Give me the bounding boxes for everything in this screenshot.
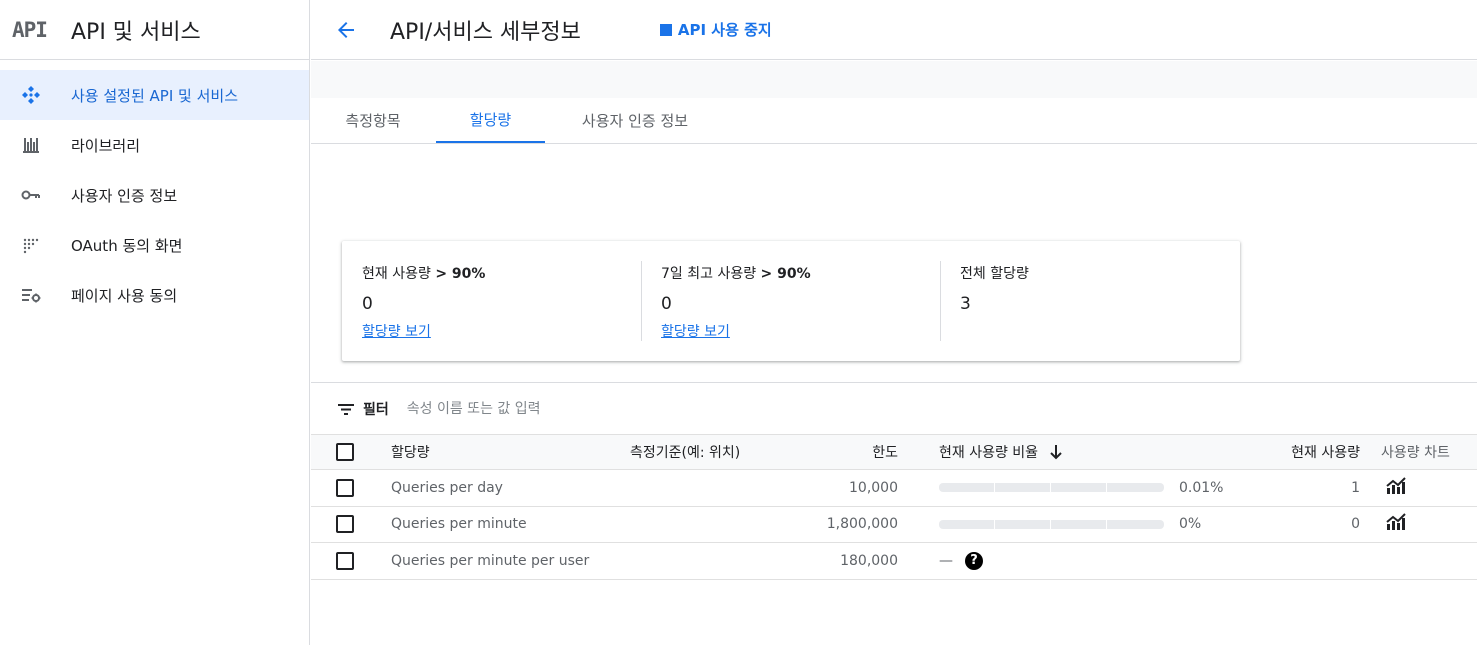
- col-usage-chart: 사용량 차트: [1381, 445, 1450, 461]
- usage-chart-cell: [1386, 507, 1406, 543]
- line-chart-icon[interactable]: [1386, 513, 1406, 535]
- key-icon: [21, 185, 41, 205]
- row-checkbox[interactable]: [336, 551, 354, 570]
- sidebar-item-enabled-apis[interactable]: 사용 설정된 API 및 서비스: [0, 70, 309, 120]
- back-arrow-icon[interactable]: [334, 18, 358, 42]
- sidebar-item-label: 사용자 인증 정보: [71, 186, 178, 205]
- view-quotas-link[interactable]: 할당량 보기: [661, 321, 730, 341]
- row-select-cell: [336, 470, 354, 506]
- table-row[interactable]: Queries per minute per user 180,000 — ?: [311, 543, 1477, 580]
- sidebar-nav: 사용 설정된 API 및 서비스 라이브러리 사용자 인증 정보 OAuth 동…: [0, 70, 309, 320]
- quota-table: 할당량 측정기준(예: 위치) 한도 현재 사용량 비율 현재 사용량 사용량 …: [311, 434, 1477, 580]
- total-quotas-stat: 전체 할당량 3: [960, 261, 1220, 341]
- api-diamond-icon: [21, 85, 41, 105]
- view-quotas-link[interactable]: 할당량 보기: [362, 321, 431, 341]
- row-select-cell: [336, 507, 354, 543]
- quota-limit: 180,000: [840, 552, 898, 569]
- peak-usage-stat: 7일 최고 사용량 > 90% 0 할당량 보기: [661, 261, 941, 341]
- table-body: Queries per day 10,000 0.01% 1 Queries p…: [311, 470, 1477, 580]
- row-checkbox[interactable]: [336, 515, 354, 534]
- usage-chart-cell: [1386, 470, 1406, 506]
- quota-limit: 10,000: [849, 479, 898, 496]
- sidebar-item-label: 페이지 사용 동의: [71, 286, 178, 305]
- disable-api-button[interactable]: API 사용 중지: [659, 19, 772, 40]
- usage-ratio-cell: 0.01%: [939, 470, 1223, 506]
- col-dimension[interactable]: 측정기준(예: 위치): [630, 435, 740, 469]
- quota-name: Queries per minute: [391, 516, 527, 533]
- current-usage-value: [1211, 543, 1360, 579]
- col-usage-ratio-label: 현재 사용량 비율: [939, 445, 1039, 461]
- tab-quotas[interactable]: 할당량: [436, 98, 545, 143]
- filter-icon[interactable]: [337, 400, 355, 418]
- col-quota[interactable]: 할당량: [391, 435, 430, 469]
- sidebar-item-library[interactable]: 라이브러리: [0, 120, 309, 170]
- sidebar-item-label: OAuth 동의 화면: [71, 236, 183, 255]
- tab-bar: 측정항목 할당량 사용자 인증 정보: [311, 98, 1477, 144]
- table-header-row: 할당량 측정기준(예: 위치) 한도 현재 사용량 비율 현재 사용량 사용량 …: [311, 434, 1477, 470]
- settings-list-icon: [21, 285, 41, 305]
- tab-credentials[interactable]: 사용자 인증 정보: [561, 98, 709, 143]
- usage-progress-bar: [939, 483, 1164, 493]
- current-usage-stat: 현재 사용량 > 90% 0 할당량 보기: [362, 261, 642, 341]
- select-all-cell: [336, 435, 354, 469]
- divider: [940, 261, 941, 341]
- sidebar-item-credentials[interactable]: 사용자 인증 정보: [0, 170, 309, 220]
- tab-metrics[interactable]: 측정항목: [325, 98, 421, 143]
- quota-limit: 1,800,000: [826, 516, 898, 533]
- oauth-dots-icon: [21, 235, 41, 255]
- quota-summary-card: 현재 사용량 > 90% 0 할당량 보기 7일 최고 사용량 > 90% 0 …: [342, 241, 1240, 361]
- api-logo: API: [12, 17, 48, 42]
- divider: [641, 261, 642, 341]
- library-icon: [21, 135, 41, 155]
- sidebar-item-page-consent[interactable]: 페이지 사용 동의: [0, 270, 309, 320]
- stat-value: 3: [960, 294, 971, 314]
- stat-label: 7일 최고 사용량 > 90%: [661, 266, 811, 282]
- sidebar-title: API 및 서비스: [71, 19, 201, 45]
- filter-input[interactable]: [406, 400, 1007, 417]
- stat-label: 전체 할당량: [960, 266, 1029, 282]
- sidebar-item-oauth-consent[interactable]: OAuth 동의 화면: [0, 220, 309, 270]
- row-select-cell: [336, 543, 354, 579]
- usage-ratio-text: —: [939, 552, 953, 569]
- usage-ratio-cell: 0%: [939, 507, 1201, 543]
- stat-value: 0: [362, 294, 373, 314]
- table-row[interactable]: Queries per day 10,000 0.01% 1: [311, 470, 1477, 507]
- page-title: API/서비스 세부정보: [390, 19, 581, 45]
- select-all-checkbox[interactable]: [336, 443, 354, 461]
- disable-api-label: API 사용 중지: [677, 21, 772, 39]
- usage-progress-bar: [939, 519, 1164, 529]
- stat-label: 현재 사용량 > 90%: [362, 266, 486, 282]
- row-checkbox[interactable]: [336, 478, 354, 497]
- sidebar-item-label: 사용 설정된 API 및 서비스: [71, 86, 239, 105]
- col-usage-ratio[interactable]: 현재 사용량 비율: [939, 435, 1064, 469]
- sidebar-header: API API 및 서비스: [0, 0, 309, 60]
- filter-label: 필터: [363, 401, 389, 418]
- stop-icon: [659, 23, 672, 36]
- col-current-usage[interactable]: 현재 사용량: [1211, 435, 1360, 469]
- sort-down-arrow-icon: [1048, 443, 1064, 461]
- table-row[interactable]: Queries per minute 1,800,000 0% 0: [311, 507, 1477, 543]
- sidebar-item-label: 라이브러리: [71, 136, 141, 155]
- page-header: API/서비스 세부정보 API 사용 중지: [311, 0, 1477, 60]
- quota-name: Queries per day: [391, 479, 503, 496]
- current-usage-value: 1: [1351, 479, 1360, 496]
- usage-ratio-cell: — ?: [939, 543, 983, 579]
- stat-value: 0: [661, 294, 672, 314]
- filter-bar: 필터: [311, 382, 1477, 434]
- usage-ratio-text: 0%: [1179, 516, 1202, 533]
- col-limit[interactable]: 한도: [791, 435, 898, 469]
- header-band: [311, 61, 1477, 98]
- quota-name: Queries per minute per user: [391, 552, 590, 569]
- current-usage-value: 0: [1351, 516, 1360, 533]
- sidebar: API API 및 서비스 사용 설정된 API 및 서비스 라이브러리 사용자…: [0, 0, 310, 645]
- help-icon[interactable]: ?: [965, 551, 983, 570]
- line-chart-icon[interactable]: [1386, 477, 1406, 499]
